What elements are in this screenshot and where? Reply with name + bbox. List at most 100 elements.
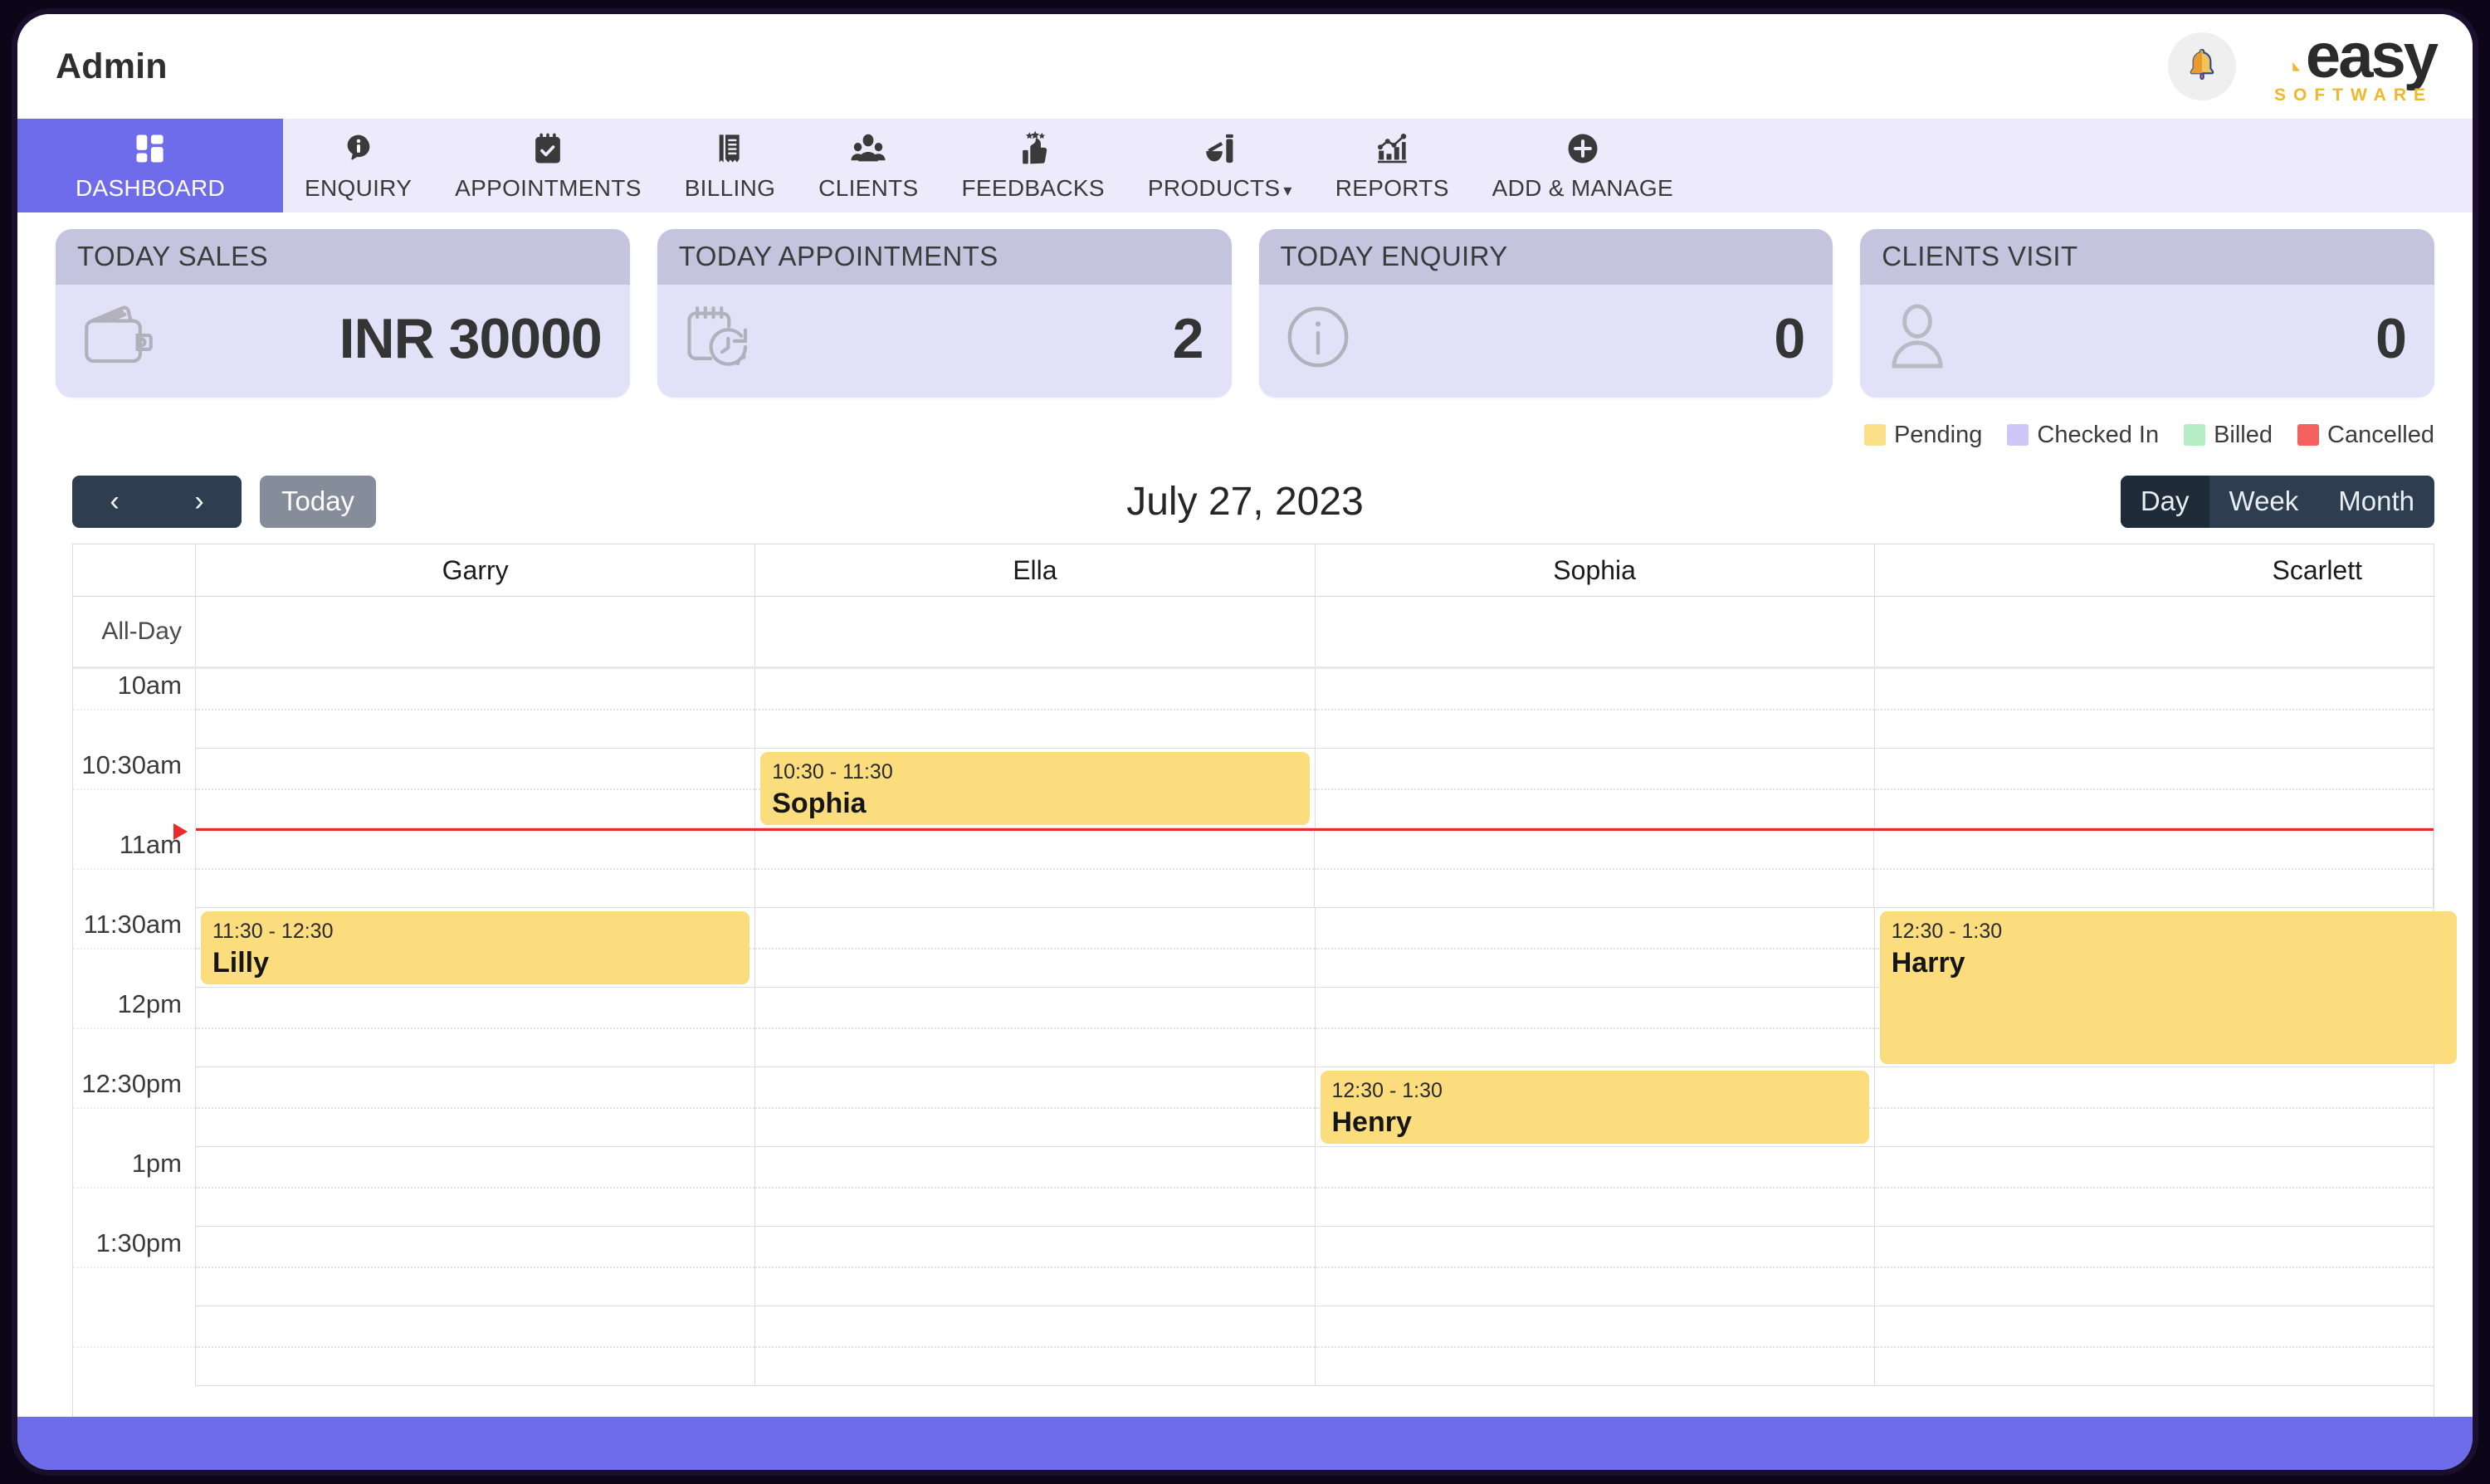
time-slot-row: 10am: [73, 669, 2434, 749]
calendar-column-garry[interactable]: Garry: [196, 544, 756, 596]
time-slot-row: 11am: [73, 823, 2434, 908]
appointment-event[interactable]: 10:30 - 11:30 Sophia: [760, 752, 1310, 825]
time-slot-row-partial: [73, 1306, 2434, 1386]
slot-cell-scarlett[interactable]: [1874, 669, 2434, 749]
slot-cell-garry[interactable]: [196, 669, 756, 749]
slot-cell-ella[interactable]: [755, 1306, 1316, 1386]
view-button-week[interactable]: Week: [2209, 476, 2319, 528]
nav-item-add-and-manage[interactable]: ADD & MANAGE: [1471, 119, 1695, 212]
all-day-gutter: All-Day: [73, 597, 196, 666]
view-button-day[interactable]: Day: [2120, 475, 2209, 528]
view-button-month[interactable]: Month: [2318, 476, 2434, 528]
all-day-cell-garry[interactable]: [196, 597, 756, 666]
nav-item-products[interactable]: PRODUCTS ▾: [1126, 119, 1314, 212]
slot-cell-scarlett[interactable]: [1874, 1067, 2434, 1147]
all-day-cell-sophia[interactable]: [1316, 597, 1875, 666]
calendar-header-row: Garry Ella Sophia Scarlett: [73, 544, 2434, 597]
time-slot-label: 1pm: [73, 1147, 196, 1227]
slot-cell-sophia[interactable]: [1315, 749, 1875, 828]
nav-item-dashboard[interactable]: DASHBOARD: [17, 119, 283, 212]
appointment-client-name: Lilly: [212, 947, 270, 979]
slot-cell-garry[interactable]: [196, 1306, 756, 1386]
slot-cell-garry[interactable]: [196, 1227, 756, 1306]
kpi-card-today-enquiry[interactable]: TODAY ENQUIRY 0: [1258, 229, 1833, 398]
slot-cell-scarlett[interactable]: [1874, 1227, 2434, 1306]
nav-item-label: FEEDBACKS: [961, 175, 1105, 201]
next-day-button[interactable]: ›: [157, 475, 242, 528]
slot-cell-ella[interactable]: [755, 1067, 1316, 1147]
slot-cell-ella[interactable]: [755, 669, 1316, 749]
nav-item-reports[interactable]: REPORTS: [1314, 119, 1471, 212]
kpi-card-clients-visit[interactable]: CLIENTS VISIT 0: [1860, 229, 2434, 398]
slot-cell-ella[interactable]: [755, 988, 1316, 1067]
time-slot-row: 12:30pm 12:30 - 1:30 Henry: [73, 1067, 2434, 1147]
info-circle-icon: [1284, 303, 1352, 375]
legend-color-chip: [1863, 424, 1886, 446]
slot-cell-scarlett[interactable]: [1874, 1147, 2434, 1227]
appointment-client-name: Henry: [1331, 1106, 1412, 1138]
nav-item-enquiry[interactable]: ENQUIRY: [283, 119, 433, 212]
slot-cell-garry[interactable]: 11:30 - 12:30 Lilly: [196, 908, 756, 988]
products-bottle-icon: [1203, 129, 1238, 168]
main-navigation: DASHBOARD ENQUIRY APPOINTMENTS BILLING C…: [17, 119, 2473, 212]
appointment-client-name: Sophia: [772, 788, 867, 819]
slot-cell-sophia[interactable]: [1315, 988, 1875, 1067]
nav-item-feedbacks[interactable]: FEEDBACKS: [940, 119, 1126, 212]
slot-cell-ella[interactable]: [755, 908, 1316, 988]
slot-cell-garry[interactable]: [196, 1147, 756, 1227]
slot-cell-sophia[interactable]: 12:30 - 1:30 Henry: [1315, 1067, 1875, 1147]
kpi-body: 0: [1860, 285, 2434, 398]
slot-cell-scarlett[interactable]: [1874, 828, 2434, 908]
slot-cell-sophia[interactable]: [1315, 1147, 1875, 1227]
notification-button[interactable]: [2168, 32, 2236, 100]
appointment-event[interactable]: 11:30 - 12:30 Lilly: [201, 911, 750, 984]
slot-cell-scarlett[interactable]: [1874, 1306, 2434, 1386]
slot-cell-scarlett[interactable]: [1874, 749, 2434, 828]
calendar-column-scarlett[interactable]: Scarlett: [1875, 544, 2434, 596]
calendar-scroll-area[interactable]: Garry Ella Sophia Scarlett All-Day 10am …: [17, 544, 2473, 1417]
slot-cell-garry[interactable]: [196, 1067, 756, 1147]
slot-cell-garry[interactable]: [196, 749, 756, 828]
nav-item-clients[interactable]: CLIENTS: [797, 119, 940, 212]
appointment-time: 11:30 - 12:30: [212, 920, 334, 943]
slot-cell-sophia[interactable]: [1315, 669, 1875, 749]
slot-cell-ella[interactable]: [755, 1147, 1316, 1227]
plus-circle-icon: [1565, 129, 1600, 168]
slot-cell-garry[interactable]: [196, 828, 755, 908]
legend-color-chip: [2297, 424, 2320, 446]
nav-item-billing[interactable]: BILLING: [663, 119, 797, 212]
appointment-event[interactable]: 12:30 - 1:30 Henry: [1320, 1071, 1869, 1144]
today-button[interactable]: Today: [260, 475, 377, 528]
kpi-card-today-sales[interactable]: TODAY SALES INR 30000: [56, 229, 630, 398]
bar-chart-icon: [1374, 129, 1409, 168]
appointment-event[interactable]: 12:30 - 1:30 Harry: [1879, 911, 2457, 1064]
kpi-title: TODAY APPOINTMENTS: [657, 229, 1232, 285]
nav-item-appointments[interactable]: APPOINTMENTS: [433, 119, 663, 212]
kpi-value: INR 30000: [339, 307, 603, 370]
slot-cell-sophia[interactable]: [1315, 828, 1874, 908]
top-bar-right: easy SOFTWARE: [2168, 24, 2439, 104]
all-day-cell-scarlett[interactable]: [1875, 597, 2434, 666]
time-slot-row: 1:30pm: [73, 1227, 2434, 1306]
slot-cell-scarlett[interactable]: 12:30 - 1:30 Harry: [1874, 908, 2457, 1064]
slot-cell-sophia[interactable]: [1315, 1227, 1875, 1306]
appointment-client-name: Harry: [1891, 947, 1965, 979]
slot-cell-ella[interactable]: [755, 1227, 1316, 1306]
nav-item-label: APPOINTMENTS: [455, 175, 642, 201]
app-window: Admin easy SOFTWARE DASHBOARD ENQUIRY AP…: [12, 8, 2478, 1476]
legend-color-chip: [2007, 424, 2029, 446]
slot-cell-sophia[interactable]: [1315, 908, 1875, 988]
nav-item-label: ENQUIRY: [305, 175, 413, 201]
slot-cell-ella[interactable]: [755, 828, 1315, 908]
all-day-cell-ella[interactable]: [755, 597, 1316, 666]
slot-cell-ella[interactable]: 10:30 - 11:30 Sophia: [755, 749, 1316, 828]
slot-cell-sophia[interactable]: [1315, 1306, 1875, 1386]
kpi-card-today-appointments[interactable]: TODAY APPOINTMENTS 2: [657, 229, 1232, 398]
nav-item-label: DASHBOARD: [75, 175, 226, 201]
info-speech-icon: [342, 129, 375, 168]
calendar-column-ella[interactable]: Ella: [755, 544, 1316, 596]
top-bar: Admin easy SOFTWARE: [17, 14, 2473, 119]
calendar-column-sophia[interactable]: Sophia: [1316, 544, 1875, 596]
prev-day-button[interactable]: ‹: [72, 475, 157, 528]
slot-cell-garry[interactable]: [196, 988, 756, 1067]
